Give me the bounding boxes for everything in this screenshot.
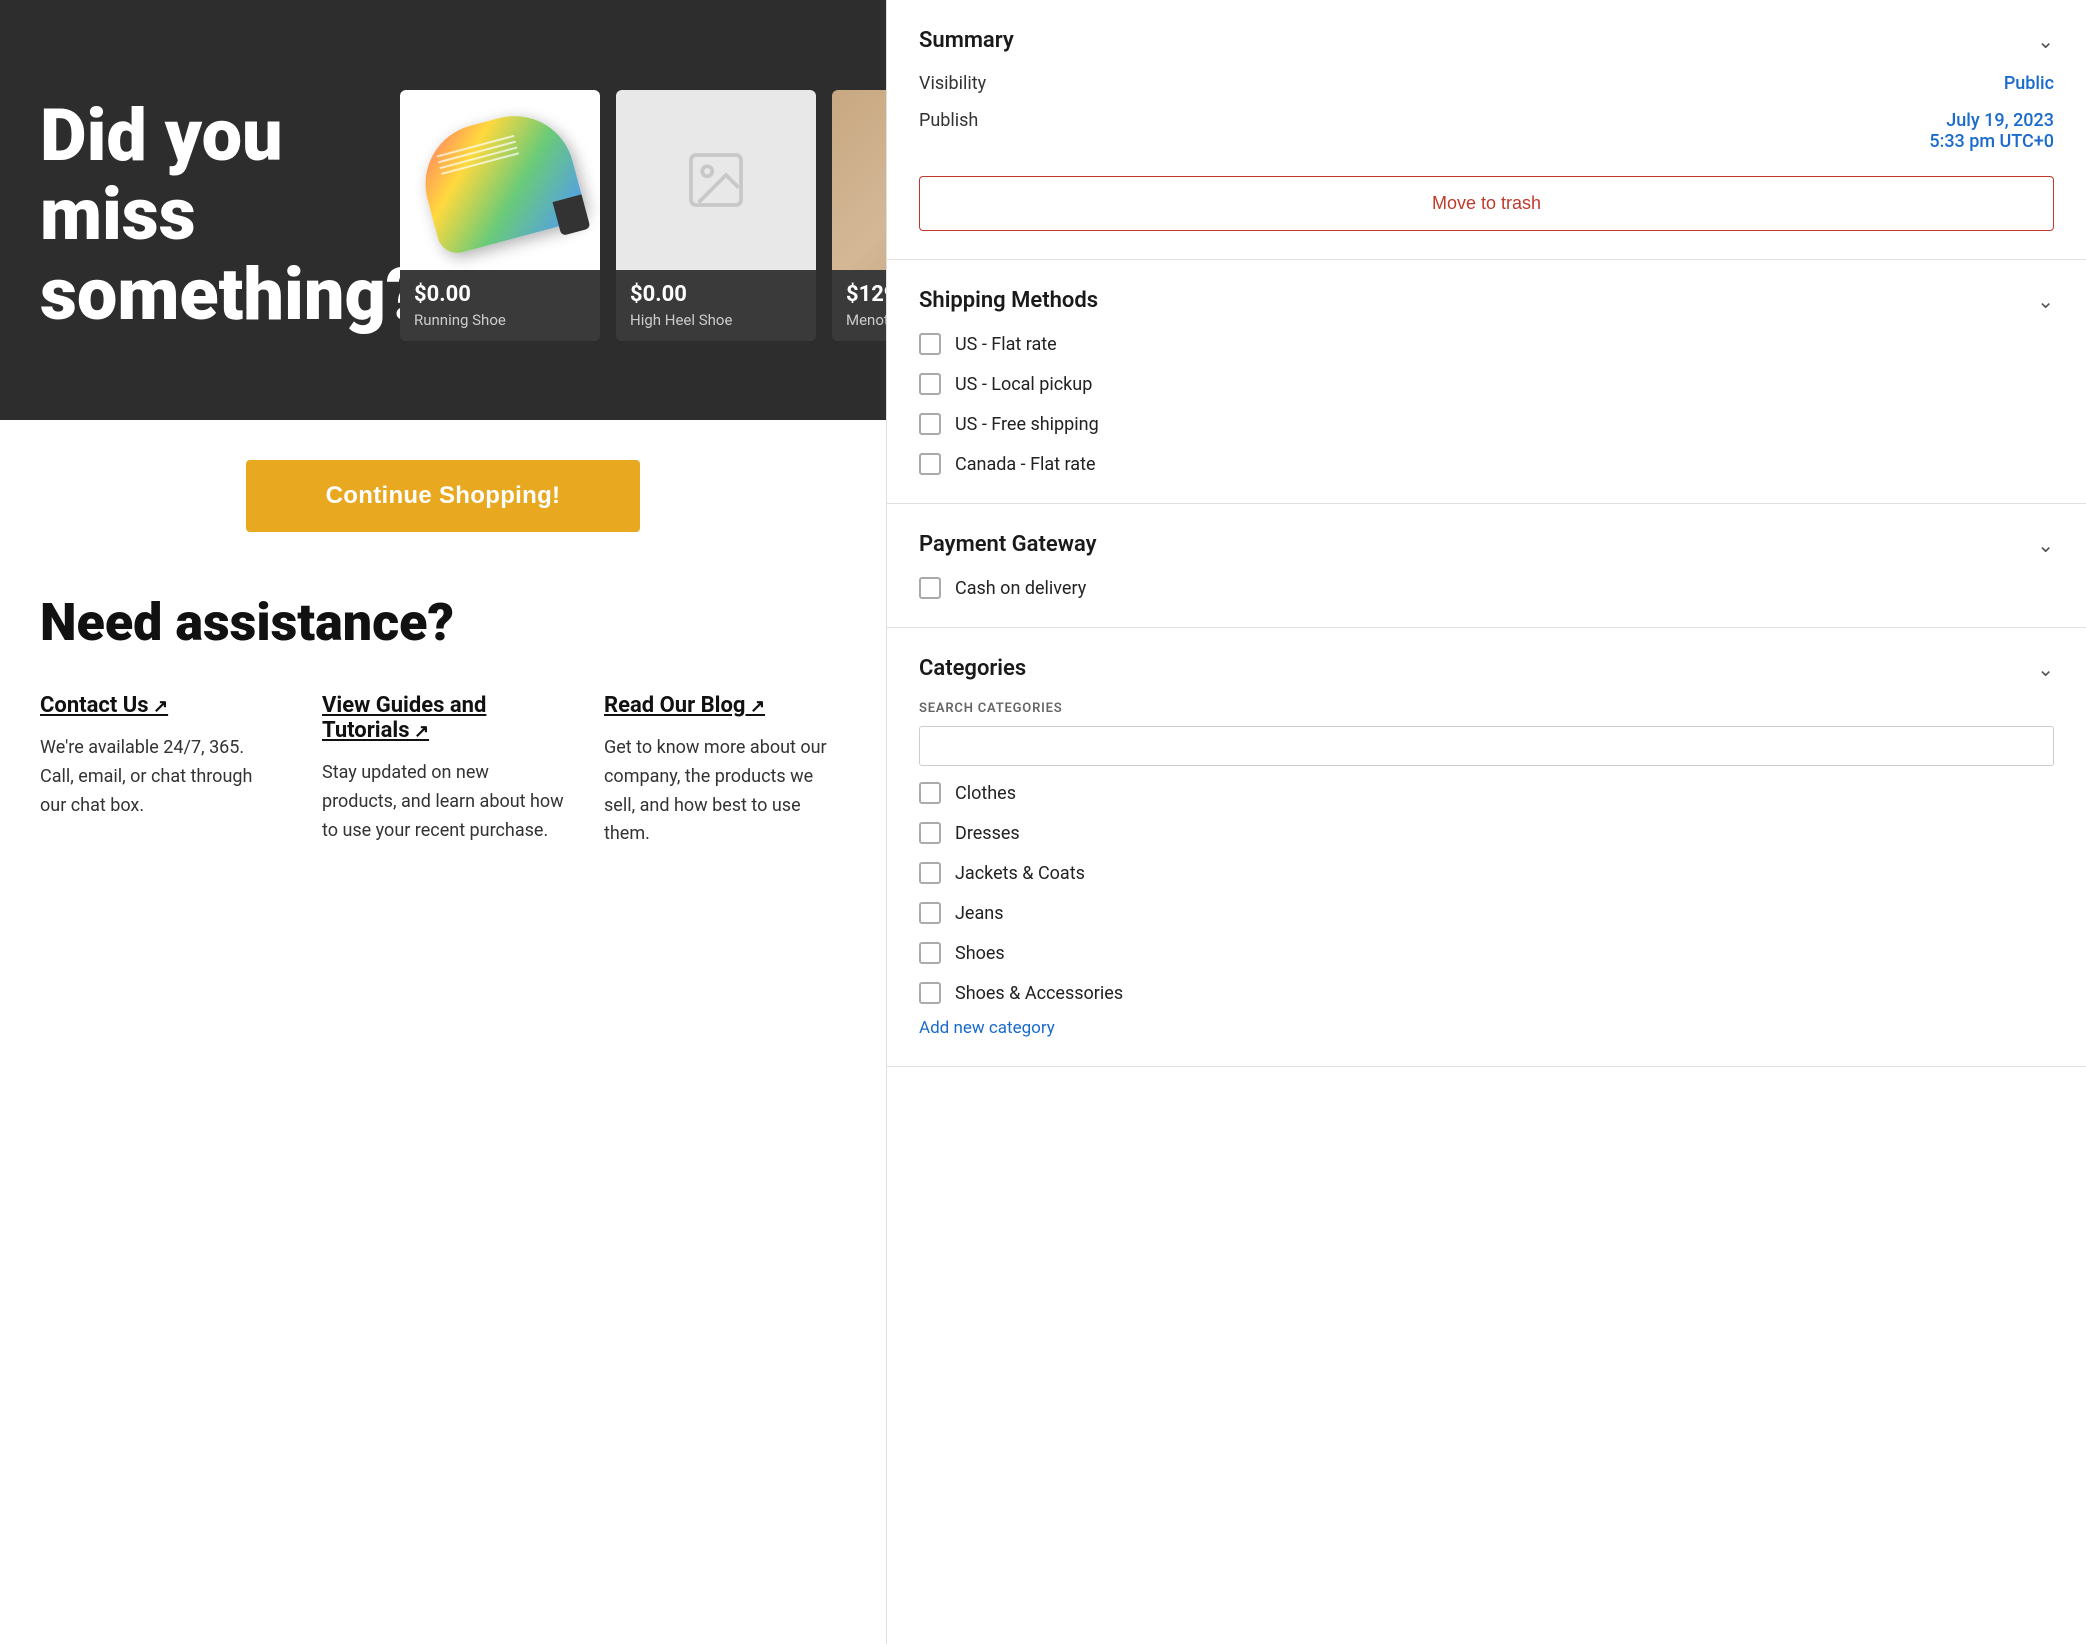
category-item-2: Jackets & Coats <box>919 862 2054 884</box>
assistance-card-blog: Read Our Blog Get to know more about our… <box>604 693 846 849</box>
publish-row: Publish July 19, 2023 5:33 pm UTC+0 <box>919 110 2054 152</box>
product-image-running-shoe <box>400 90 600 270</box>
payment-collapse-icon[interactable]: ⌄ <box>2037 533 2054 557</box>
categories-list: Clothes Dresses Jackets & Coats Jeans Sh… <box>919 782 2054 1004</box>
categories-section: Categories ⌄ SEARCH CATEGORIES Clothes D… <box>887 628 2086 1067</box>
shipping-section: Shipping Methods ⌄ US - Flat rate US - L… <box>887 260 2086 504</box>
category-checkbox-0[interactable] <box>919 782 941 804</box>
shipping-method-1: US - Local pickup <box>919 373 2054 395</box>
category-label-4: Shoes <box>955 943 1005 964</box>
guides-link[interactable]: View Guides and Tutorials <box>322 693 564 743</box>
payment-method-0: Cash on delivery <box>919 577 2054 599</box>
product-card-menotti-dress[interactable]: $129.90 Menotti Dress <box>832 90 886 341</box>
contact-us-link[interactable]: Contact Us <box>40 693 168 718</box>
guides-desc: Stay updated on new products, and learn … <box>322 759 564 845</box>
payment-title: Payment Gateway <box>919 532 1097 557</box>
shipping-method-2: US - Free shipping <box>919 413 2054 435</box>
move-to-trash-button[interactable]: Move to trash <box>919 176 2054 231</box>
shipping-label-2: US - Free shipping <box>955 414 1099 435</box>
blog-desc: Get to know more about our company, the … <box>604 734 846 849</box>
summary-collapse-icon[interactable]: ⌄ <box>2037 29 2054 53</box>
product-name-0: Running Shoe <box>414 311 586 329</box>
category-checkbox-1[interactable] <box>919 822 941 844</box>
visibility-value[interactable]: Public <box>2004 73 2054 94</box>
category-label-2: Jackets & Coats <box>955 863 1085 884</box>
summary-section-header: Summary ⌄ <box>919 28 2054 53</box>
product-price-0: $0.00 <box>414 282 586 307</box>
shipping-section-header: Shipping Methods ⌄ <box>919 288 2054 313</box>
dress-visual <box>832 90 886 270</box>
contact-us-desc: We're available 24/7, 365. Call, email, … <box>40 734 282 820</box>
publish-time: 5:33 pm UTC+0 <box>1929 131 2054 152</box>
payment-section: Payment Gateway ⌄ Cash on delivery <box>887 504 2086 628</box>
assistance-title: Need assistance? <box>40 592 846 653</box>
shipping-method-3: Canada - Flat rate <box>919 453 2054 475</box>
visibility-label: Visibility <box>919 73 986 94</box>
category-item-1: Dresses <box>919 822 2054 844</box>
visibility-row: Visibility Public <box>919 73 2054 94</box>
shipping-label-0: US - Flat rate <box>955 334 1057 355</box>
product-card-high-heel[interactable]: $0.00 High Heel Shoe <box>616 90 816 341</box>
publish-date: July 19, 2023 <box>1946 110 2054 131</box>
product-card-info-2: $0.00 High Heel Shoe <box>616 270 816 341</box>
product-image-menotti-dress <box>832 90 886 270</box>
blog-link[interactable]: Read Our Blog <box>604 693 765 718</box>
category-checkbox-4[interactable] <box>919 942 941 964</box>
categories-section-header: Categories ⌄ <box>919 656 2054 681</box>
continue-shopping-section: Continue Shopping! <box>0 420 886 572</box>
payment-label-0: Cash on delivery <box>955 578 1086 599</box>
category-item-3: Jeans <box>919 902 2054 924</box>
payment-section-header: Payment Gateway ⌄ <box>919 532 2054 557</box>
category-label-1: Dresses <box>955 823 1020 844</box>
category-checkbox-2[interactable] <box>919 862 941 884</box>
publish-value[interactable]: July 19, 2023 5:33 pm UTC+0 <box>1929 110 2054 152</box>
product-card-running-shoe[interactable]: $0.00 Running Shoe <box>400 90 600 341</box>
category-item-4: Shoes <box>919 942 2054 964</box>
product-name-1: High Heel Shoe <box>630 311 802 329</box>
categories-search-input[interactable] <box>919 726 2054 766</box>
publish-label: Publish <box>919 110 978 131</box>
add-new-category-link[interactable]: Add new category <box>919 1018 1055 1038</box>
search-categories-label: SEARCH CATEGORIES <box>919 701 2054 716</box>
summary-section: Summary ⌄ Visibility Public Publish July… <box>887 0 2086 260</box>
category-checkbox-3[interactable] <box>919 902 941 924</box>
shipping-title: Shipping Methods <box>919 288 1098 313</box>
shipping-checkbox-2[interactable] <box>919 413 941 435</box>
hero-headline: Did you miss something? <box>40 96 360 334</box>
left-panel: Did you miss something? $0.00 Running Sh… <box>0 0 886 1644</box>
assistance-cards: Contact Us We're available 24/7, 365. Ca… <box>40 693 846 849</box>
shipping-collapse-icon[interactable]: ⌄ <box>2037 289 2054 313</box>
shipping-label-1: US - Local pickup <box>955 374 1092 395</box>
product-cards: $0.00 Running Shoe $0.00 <box>400 90 886 341</box>
shipping-method-0: US - Flat rate <box>919 333 2054 355</box>
product-card-info-3: $129.90 Menotti Dress <box>832 270 886 341</box>
product-name-2: Menotti Dress <box>846 311 886 329</box>
assistance-card-contact: Contact Us We're available 24/7, 365. Ca… <box>40 693 282 849</box>
product-price-1: $0.00 <box>630 282 802 307</box>
summary-title: Summary <box>919 28 1014 53</box>
shipping-checkbox-3[interactable] <box>919 453 941 475</box>
right-sidebar: Summary ⌄ Visibility Public Publish July… <box>886 0 2086 1644</box>
category-checkbox-5[interactable] <box>919 982 941 1004</box>
hero-section: Did you miss something? $0.00 Running Sh… <box>0 0 886 420</box>
continue-shopping-button[interactable]: Continue Shopping! <box>246 460 641 532</box>
shipping-checkbox-0[interactable] <box>919 333 941 355</box>
placeholder-icon <box>686 150 746 210</box>
shipping-checkbox-1[interactable] <box>919 373 941 395</box>
category-label-0: Clothes <box>955 783 1016 804</box>
category-label-5: Shoes & Accessories <box>955 983 1123 1004</box>
assistance-card-guides: View Guides and Tutorials Stay updated o… <box>322 693 564 849</box>
product-card-info: $0.00 Running Shoe <box>400 270 600 341</box>
payment-checkbox-0[interactable] <box>919 577 941 599</box>
category-label-3: Jeans <box>955 903 1004 924</box>
categories-collapse-icon[interactable]: ⌄ <box>2037 657 2054 681</box>
product-image-high-heel <box>616 90 816 270</box>
categories-title: Categories <box>919 656 1026 681</box>
product-price-2: $129.90 <box>846 282 886 307</box>
category-item-0: Clothes <box>919 782 2054 804</box>
shipping-label-3: Canada - Flat rate <box>955 454 1096 475</box>
category-item-5: Shoes & Accessories <box>919 982 2054 1004</box>
assistance-section: Need assistance? Contact Us We're availa… <box>0 572 886 889</box>
